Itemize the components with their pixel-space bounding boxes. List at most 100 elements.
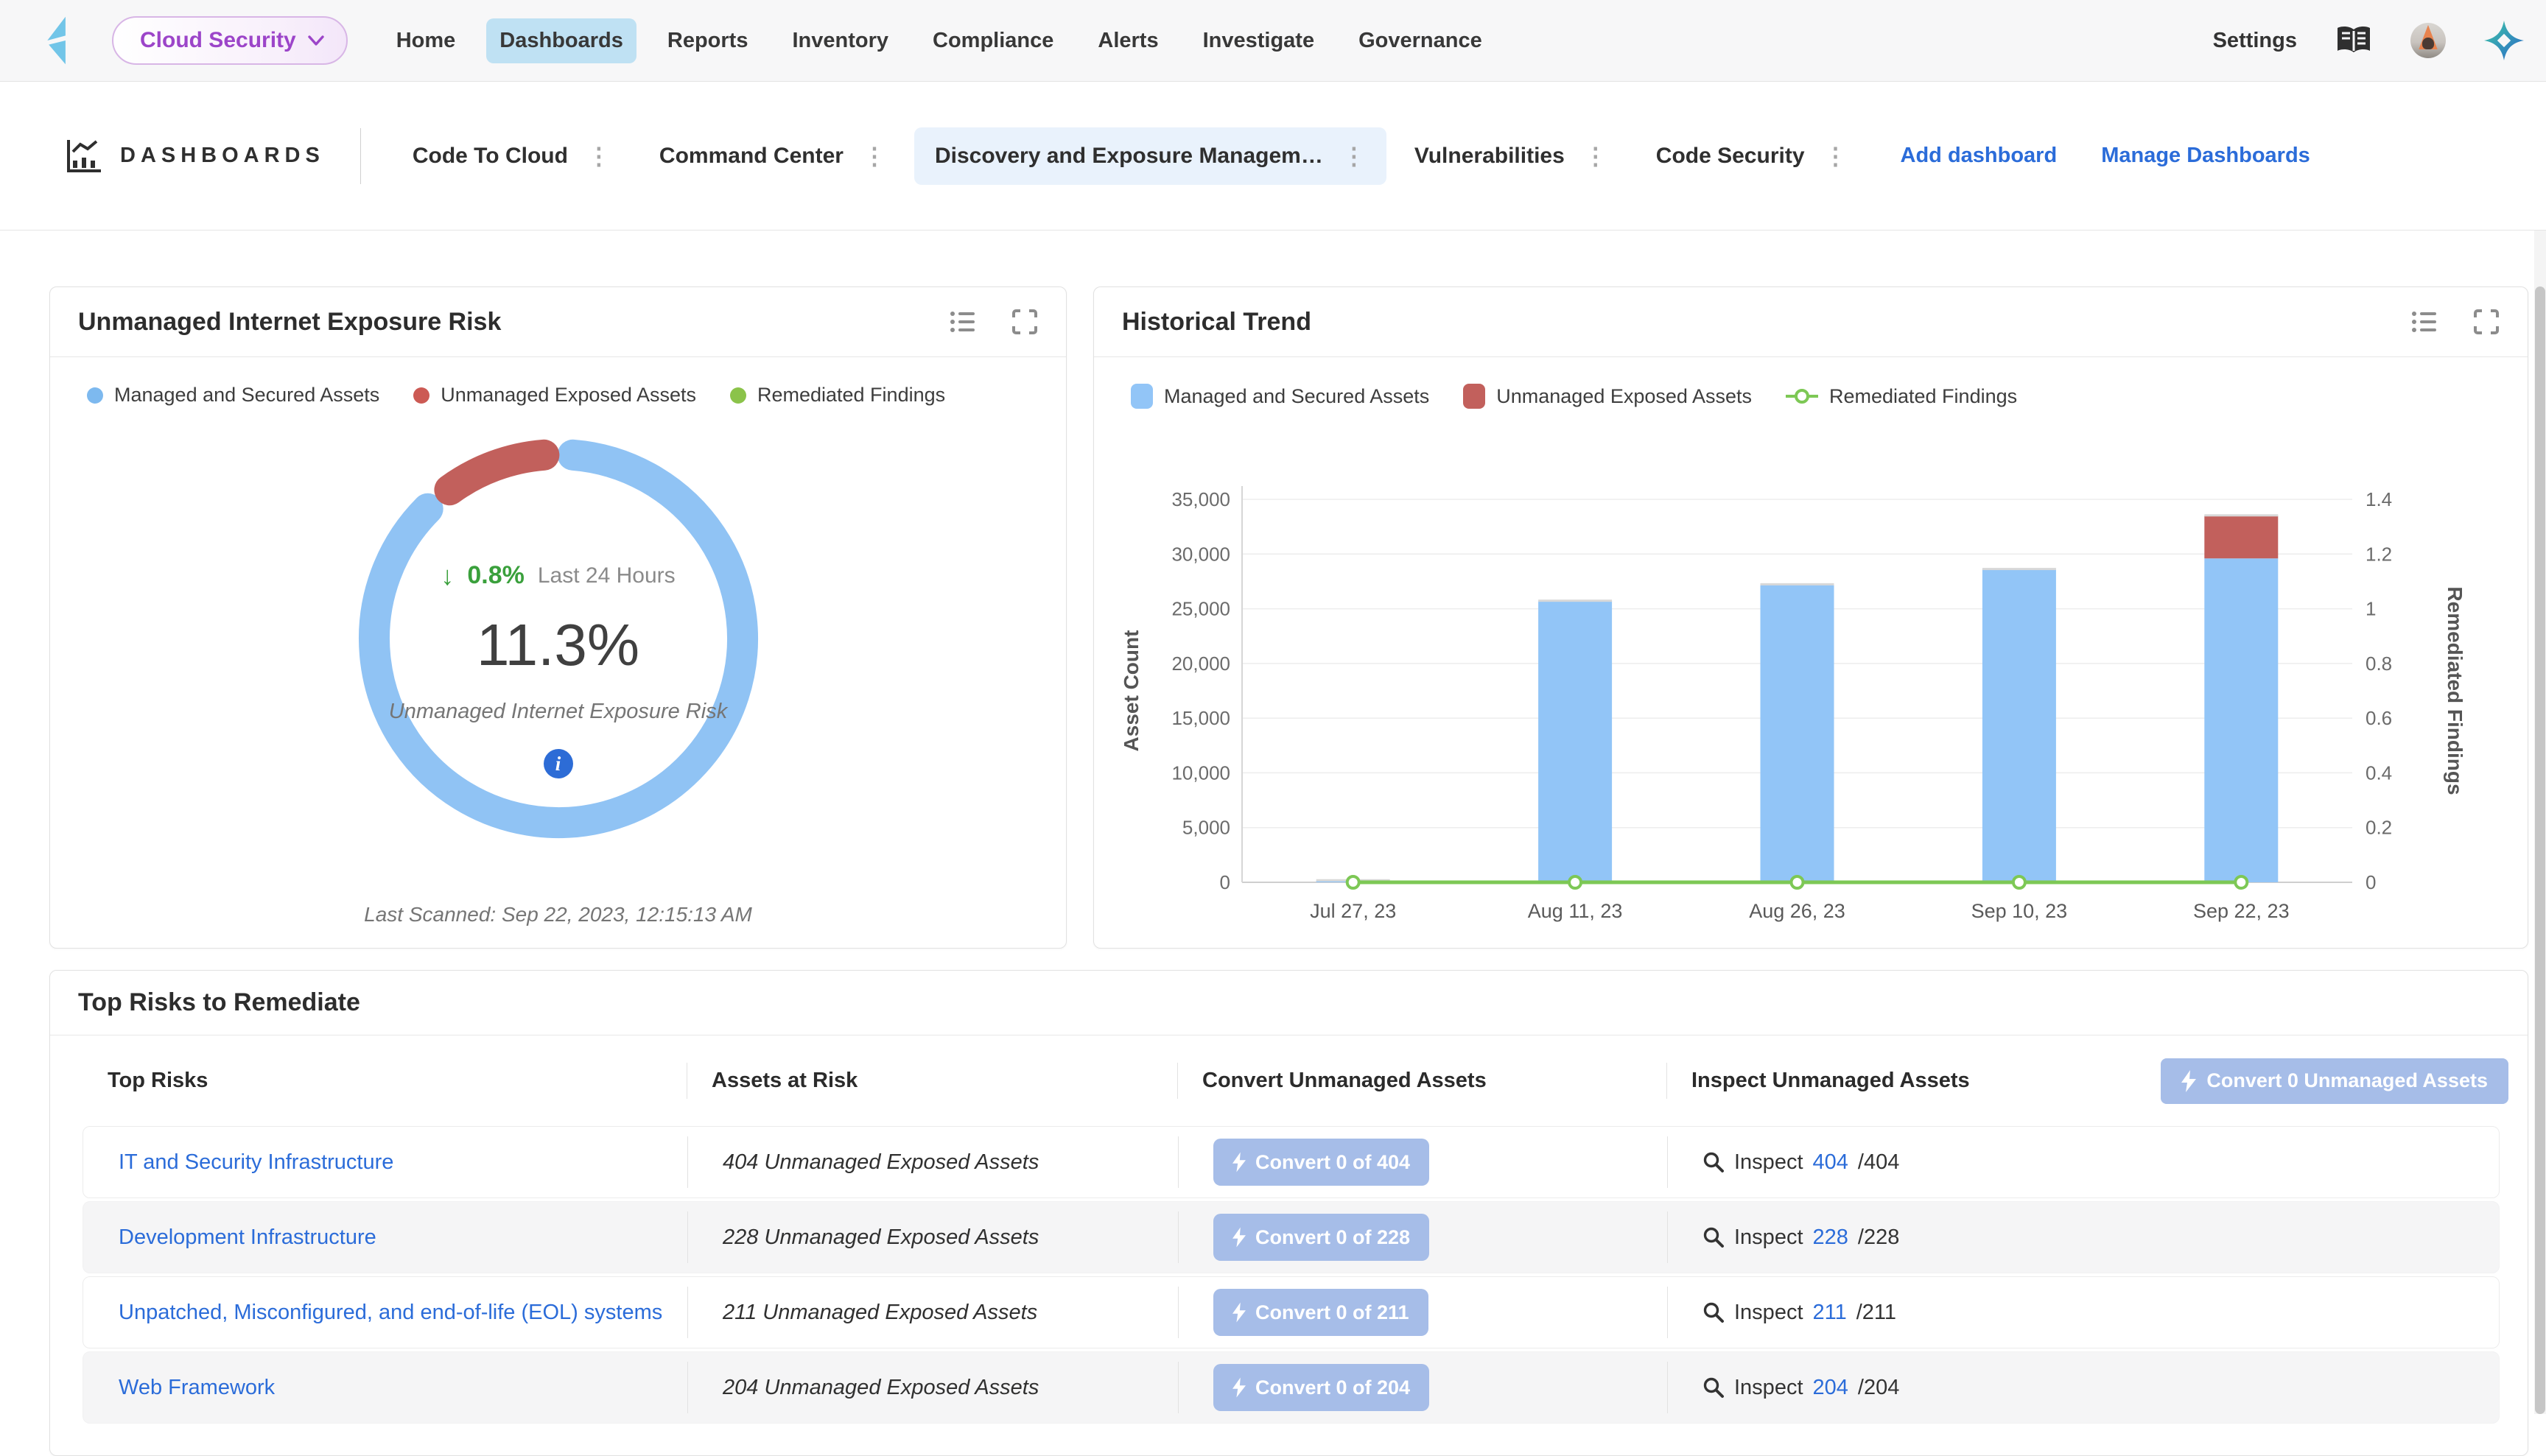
trend-card-title: Historical Trend: [1122, 308, 1311, 337]
copilot-star-icon[interactable]: [2484, 21, 2524, 60]
widget-list-icon[interactable]: [2411, 309, 2439, 334]
dashboards-chart-icon: [66, 138, 102, 174]
risk-link[interactable]: Development Infrastructure: [119, 1225, 376, 1250]
top-risks-card: Top Risks to Remediate Top Risks Assets …: [49, 970, 2528, 1456]
historical-trend-card: Historical Trend Managed and Secured Ass…: [1093, 286, 2528, 949]
nav-item-home[interactable]: Home: [383, 18, 469, 63]
svg-text:10,000: 10,000: [1171, 762, 1230, 784]
column-header-top-risks: Top Risks: [83, 1069, 687, 1093]
widget-list-icon[interactable]: [950, 309, 978, 334]
top-nav: Cloud Security Home Dashboards Reports Inve…: [0, 0, 2546, 82]
manage-dashboards-link[interactable]: Manage Dashboards: [2101, 144, 2310, 168]
expand-icon[interactable]: [2473, 309, 2500, 335]
svg-text:15,000: 15,000: [1171, 707, 1230, 729]
assets-at-risk-text: 211 Unmanaged Exposed Assets: [723, 1301, 1037, 1325]
inspect-count-link[interactable]: 211: [1813, 1301, 1847, 1325]
nav-item-investigate[interactable]: Investigate: [1190, 18, 1328, 63]
lightning-icon: [2181, 1070, 2196, 1092]
search-icon: [1702, 1151, 1725, 1173]
svg-text:35,000: 35,000: [1171, 488, 1230, 510]
nav-item-reports[interactable]: Reports: [654, 18, 762, 63]
trend-bar: [1761, 585, 1834, 882]
delta-period: Last 24 Hours: [538, 563, 676, 588]
top-risks-column-headers: Top Risks Assets at Risk Convert Unmanag…: [83, 1035, 2500, 1126]
table-row: IT and Security Infrastructure 404 Unman…: [83, 1126, 2500, 1198]
dashboards-section: DASHBOARDS: [66, 138, 325, 174]
convert-button[interactable]: Convert 0 of 228: [1213, 1214, 1429, 1261]
inspect-label: Inspect: [1734, 1150, 1803, 1175]
bulk-convert-button[interactable]: Convert 0 Unmanaged Assets: [2161, 1058, 2508, 1104]
lightning-icon: [1232, 1377, 1246, 1398]
brand-logo-icon[interactable]: [41, 14, 87, 67]
assets-at-risk-text: 204 Unmanaged Exposed Assets: [723, 1376, 1039, 1400]
scrollbar-thumb[interactable]: [2535, 286, 2545, 1414]
convert-button[interactable]: Convert 0 of 211: [1213, 1289, 1428, 1336]
legend-item: Managed and Secured Assets: [1131, 384, 1429, 409]
tab-menu-icon[interactable]: ⋮: [587, 144, 611, 168]
nav-item-compliance[interactable]: Compliance: [919, 18, 1067, 63]
nav-item-alerts[interactable]: Alerts: [1084, 18, 1171, 63]
settings-link[interactable]: Settings: [2213, 29, 2297, 53]
risk-link[interactable]: IT and Security Infrastructure: [119, 1150, 393, 1175]
tab-menu-icon[interactable]: ⋮: [1824, 144, 1848, 168]
nav-item-governance[interactable]: Governance: [1345, 18, 1495, 63]
donut-segment: [449, 455, 544, 490]
dashboard-tab[interactable]: Code Security ⋮: [1635, 127, 1868, 185]
risk-link[interactable]: Web Framework: [119, 1376, 275, 1400]
dashboard-tab[interactable]: Code To Cloud ⋮: [392, 127, 631, 185]
inspect-label: Inspect: [1734, 1301, 1803, 1325]
svg-text:0.2: 0.2: [2366, 817, 2392, 839]
svg-text:0: 0: [1220, 871, 1230, 893]
nav-item-dashboards[interactable]: Dashboards: [486, 18, 636, 63]
search-icon: [1702, 1226, 1725, 1248]
docs-book-icon[interactable]: [2335, 24, 2372, 57]
inspect-total: /211: [1856, 1301, 1896, 1325]
inspect-count-link[interactable]: 404: [1813, 1150, 1848, 1175]
dashboard-tab[interactable]: Command Center ⋮: [639, 127, 907, 185]
convert-button[interactable]: Convert 0 of 204: [1213, 1364, 1429, 1411]
top-risks-table: IT and Security Infrastructure 404 Unman…: [83, 1126, 2500, 1424]
legend-item: Remediated Findings: [1786, 384, 2017, 409]
column-header-assets-at-risk: Assets at Risk: [687, 1069, 1177, 1093]
convert-button[interactable]: Convert 0 of 404: [1213, 1139, 1429, 1186]
svg-text:0: 0: [2366, 871, 2376, 893]
table-row: Unpatched, Misconfigured, and end-of-lif…: [83, 1276, 2500, 1348]
user-avatar[interactable]: [2410, 23, 2446, 58]
tab-menu-icon[interactable]: ⋮: [1342, 144, 1366, 168]
tab-menu-icon[interactable]: ⋮: [1584, 144, 1607, 168]
inspect-count-link[interactable]: 228: [1813, 1225, 1848, 1250]
nav-right-group: Settings: [2213, 21, 2546, 60]
inspect-label: Inspect: [1734, 1225, 1803, 1250]
product-switcher-label: Cloud Security: [140, 28, 296, 53]
tab-menu-icon[interactable]: ⋮: [863, 144, 886, 168]
trend-bar: [1982, 569, 2056, 882]
svg-text:Sep 22, 23: Sep 22, 23: [2193, 900, 2290, 922]
svg-text:1.4: 1.4: [2366, 488, 2392, 510]
add-dashboard-link[interactable]: Add dashboard: [1901, 144, 2058, 168]
lightning-icon: [1232, 1152, 1246, 1172]
primary-nav: Home Dashboards Reports Inventory Compliance…: [383, 18, 1495, 63]
expand-icon[interactable]: [1011, 309, 1038, 335]
assets-at-risk-text: 404 Unmanaged Exposed Assets: [723, 1150, 1039, 1175]
delta-value: 0.8%: [467, 561, 525, 590]
risk-link[interactable]: Unpatched, Misconfigured, and end-of-lif…: [119, 1301, 662, 1325]
svg-text:Jul 27, 23: Jul 27, 23: [1310, 900, 1396, 922]
dashboard-tab[interactable]: Vulnerabilities ⋮: [1394, 127, 1628, 185]
nav-item-inventory[interactable]: Inventory: [779, 18, 902, 63]
inspect-count-link[interactable]: 204: [1813, 1376, 1848, 1400]
svg-text:1.2: 1.2: [2366, 543, 2392, 565]
legend-marker: [1131, 384, 1153, 409]
legend-marker: [1463, 384, 1485, 409]
dashboard-tab[interactable]: Discovery and Exposure Managem… ⋮: [914, 127, 1386, 185]
chevron-down-icon: [308, 35, 324, 46]
svg-text:Aug 11, 23: Aug 11, 23: [1528, 900, 1623, 922]
exposure-card-title: Unmanaged Internet Exposure Risk: [78, 308, 501, 337]
svg-text:1: 1: [2366, 598, 2376, 620]
trend-card-header: Historical Trend: [1094, 287, 2528, 357]
inspect-label: Inspect: [1734, 1376, 1803, 1400]
info-icon[interactable]: i: [544, 749, 573, 778]
arrow-down-icon: ↓: [441, 563, 454, 589]
svg-text:Remediated Findings: Remediated Findings: [2444, 586, 2466, 795]
dashboards-bar: DASHBOARDS Code To Cloud ⋮ Command Cente…: [0, 82, 2546, 231]
product-switcher[interactable]: Cloud Security: [112, 16, 348, 65]
